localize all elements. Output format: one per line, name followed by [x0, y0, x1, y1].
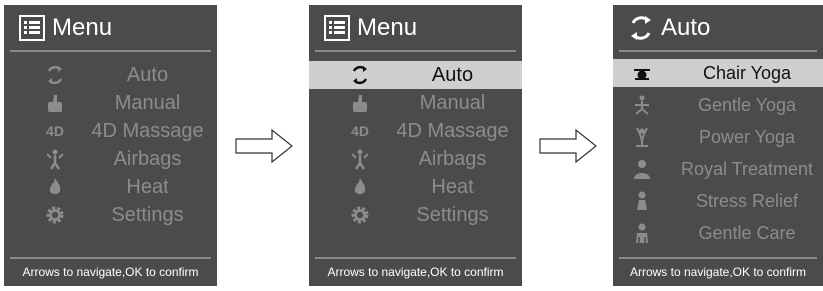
refresh-icon [631, 16, 651, 40]
menu-item-4d-massage[interactable]: 4D 4D Massage [309, 117, 522, 145]
flame-icon [49, 178, 61, 194]
menu-item-label: Heat [431, 176, 474, 198]
refresh-icon [352, 65, 368, 85]
menu-item-auto[interactable]: Auto [4, 61, 217, 89]
gear-icon [46, 206, 64, 224]
menu-item-settings[interactable]: Settings [4, 201, 217, 229]
4d-icon: 4D [46, 123, 64, 139]
menu-item-4d-massage[interactable]: 4D 4D Massage [4, 117, 217, 145]
gear-icon [351, 206, 369, 224]
menu-item-settings[interactable]: Settings [309, 201, 522, 229]
menu-item-auto-selected[interactable]: Auto [309, 61, 522, 89]
footer-divider [10, 257, 211, 259]
screen-header: Menu [309, 5, 522, 52]
screen-title: Menu [357, 14, 418, 41]
right-arrow-icon [235, 128, 293, 164]
program-stress-relief[interactable]: Stress Relief [613, 187, 823, 215]
menu-item-airbags[interactable]: Airbags [309, 145, 522, 173]
footer-divider [619, 257, 817, 259]
menu-item-label: Settings [416, 204, 489, 226]
menu-item-manual[interactable]: Manual [309, 89, 522, 117]
flame-icon [354, 178, 366, 194]
menu-item-airbags[interactable]: Airbags [4, 145, 217, 173]
menu-item-heat[interactable]: Heat [309, 173, 522, 201]
footer-divider [315, 257, 516, 259]
menu-screen-2: Menu Auto Manual 4D 4D Massage Airbags H… [309, 5, 522, 286]
program-label: Stress Relief [695, 191, 799, 211]
refresh-icon [47, 65, 63, 85]
menu-item-label: Manual [419, 92, 486, 114]
menu-item-label: 4D Massage [91, 120, 204, 142]
thumb-icon [48, 95, 62, 112]
chair-yoga-icon [634, 69, 650, 80]
right-arrow-icon [539, 128, 597, 164]
header-divider [315, 50, 516, 52]
program-royal-treatment[interactable]: Royal Treatment [613, 155, 823, 183]
svg-text:4D: 4D [46, 123, 64, 139]
screen-title: Menu [52, 14, 113, 41]
list-icon [19, 15, 45, 41]
person-icon [634, 160, 650, 179]
program-label: Power Yoga [698, 127, 796, 147]
screen-header: Menu [4, 5, 217, 52]
list-icon [324, 15, 350, 41]
menu-item-label: Airbags [113, 148, 182, 170]
menu-item-label: Settings [111, 204, 184, 226]
svg-text:4D: 4D [351, 123, 369, 139]
menu-item-label: Manual [114, 92, 181, 114]
thumb-icon [353, 95, 367, 112]
care-icon [636, 223, 648, 243]
program-chair-yoga-selected[interactable]: Chair Yoga [613, 59, 823, 87]
screen-header: Auto [613, 5, 823, 52]
menu-screen-1: Menu Auto Manual 4D 4D Massage Airbags H… [4, 5, 217, 286]
program-label: Gentle Yoga [697, 95, 797, 115]
auto-screen: Auto Chair Yoga Gentle Yoga Power Yoga R… [613, 5, 823, 286]
power-yoga-icon [636, 127, 648, 147]
airbag-person-icon [46, 149, 64, 170]
footer-hint: Arrows to navigate,OK to confirm [22, 265, 199, 279]
program-label: Royal Treatment [680, 159, 814, 179]
header-divider [10, 50, 211, 52]
program-power-yoga[interactable]: Power Yoga [613, 123, 823, 151]
airbag-person-icon [351, 149, 369, 170]
menu-item-heat[interactable]: Heat [4, 173, 217, 201]
menu-item-label: Auto [431, 64, 474, 86]
menu-item-label: 4D Massage [396, 120, 509, 142]
program-gentle-yoga[interactable]: Gentle Yoga [613, 91, 823, 119]
yoga-pose-icon [635, 95, 649, 115]
4d-icon: 4D [351, 123, 369, 139]
program-label: Gentle Care [698, 223, 796, 243]
screen-title: Auto [661, 14, 711, 41]
footer-hint: Arrows to navigate,OK to confirm [327, 265, 504, 279]
menu-item-manual[interactable]: Manual [4, 89, 217, 117]
menu-item-label: Auto [126, 64, 169, 86]
footer-hint: Arrows to navigate,OK to confirm [629, 265, 807, 279]
menu-item-label: Heat [126, 176, 169, 198]
program-label: Chair Yoga [702, 63, 792, 83]
stress-relief-icon [637, 191, 647, 210]
program-gentle-care[interactable]: Gentle Care [613, 219, 823, 247]
menu-item-label: Airbags [418, 148, 487, 170]
header-divider [619, 50, 817, 52]
